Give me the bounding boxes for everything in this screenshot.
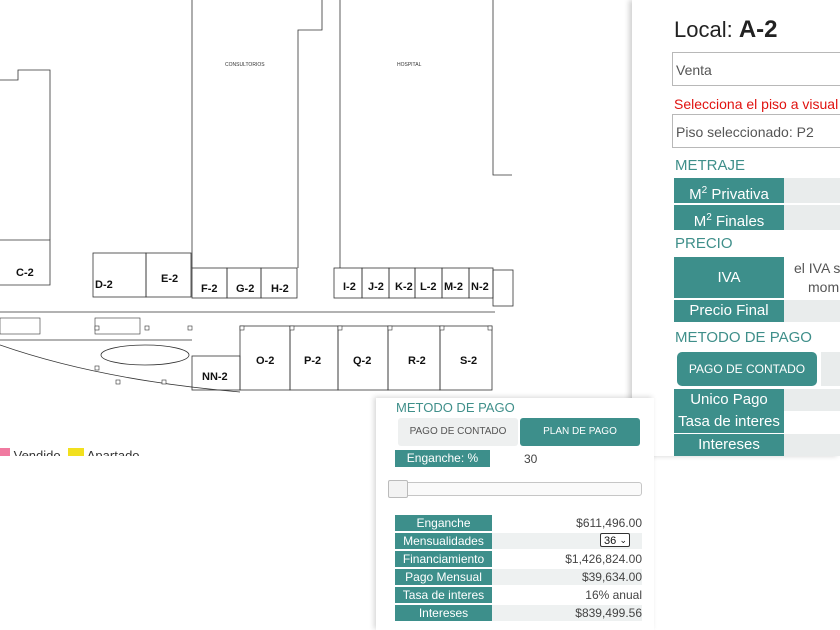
plan-tab-partial[interactable] xyxy=(821,352,840,386)
precio-final-label: Precio Final xyxy=(674,300,784,322)
tasa-interes-label: Tasa de interes xyxy=(395,587,492,603)
unit-detail-panel: Local: A-2 Venta Selecciona el piso a vi… xyxy=(632,0,840,456)
private-m2-value xyxy=(784,178,840,203)
mensualidades-label: Mensualidades xyxy=(395,533,492,549)
metodo-heading: METODO DE PAGO xyxy=(675,329,812,346)
intereses-label: Intereses xyxy=(674,434,784,456)
unit-label[interactable]: E-2 xyxy=(161,273,178,285)
select-value: 36 xyxy=(604,535,617,547)
floor-selected-field[interactable]: Piso seleccionado: P2 xyxy=(672,114,840,148)
legend-apartado: Apartado xyxy=(67,448,140,456)
unit-label[interactable]: M-2 xyxy=(444,281,463,293)
local-value: A-2 xyxy=(738,16,778,43)
status-legend: Vendido Apartado xyxy=(0,448,200,456)
iva-note-line: el IVA s xyxy=(794,260,840,276)
legend-vendido: Vendido xyxy=(0,448,61,456)
precio-final-value xyxy=(784,300,840,322)
slider-handle[interactable] xyxy=(388,480,408,498)
financiamiento-label: Financiamiento xyxy=(395,551,492,567)
unit-label[interactable]: H-2 xyxy=(271,283,289,295)
payment-plan-panel: METODO DE PAGO PAGO DE CONTADO PLAN DE P… xyxy=(376,398,654,630)
tasa-interes-value: 16% anual xyxy=(585,588,642,602)
unico-pago-label: Unico Pago xyxy=(674,389,784,411)
enganche-percent-value[interactable]: 30 xyxy=(524,452,537,466)
floor-plan-drawing: CONSULTORIOS HOSPITAL C-2 D-2 E-2 F-2 G-… xyxy=(0,0,514,393)
floor-prompt: Selecciona el piso a visual xyxy=(674,96,839,112)
building-label-hospital: HOSPITAL xyxy=(397,62,422,68)
unico-pago-value xyxy=(784,389,840,411)
plan-panel-heading: METODO DE PAGO xyxy=(396,400,515,415)
building-label-consultorios: CONSULTORIOS xyxy=(225,62,265,68)
local-label: Local: xyxy=(674,17,733,42)
intereses-row-label: Intereses xyxy=(395,605,492,621)
precio-heading: PRECIO xyxy=(675,235,733,252)
unit-label[interactable]: N-2 xyxy=(471,281,489,293)
enganche-slider[interactable] xyxy=(388,480,642,498)
unit-label[interactable]: L-2 xyxy=(420,281,437,293)
chevron-down-icon: ⌄ xyxy=(619,535,627,545)
mensualidades-cell: 36 ⌄ xyxy=(492,533,642,549)
iva-label: IVA xyxy=(674,257,784,298)
mensualidades-select[interactable]: 36 ⌄ xyxy=(600,533,630,547)
m-label: M xyxy=(689,186,702,203)
final-m2-label: M2 Finales xyxy=(674,205,784,230)
unit-label[interactable]: D-2 xyxy=(95,279,113,291)
unit-label[interactable]: I-2 xyxy=(343,281,356,293)
operation-field[interactable]: Venta xyxy=(672,52,840,86)
financiamiento-value: $1,426,824.00 xyxy=(565,552,642,566)
unit-label[interactable]: O-2 xyxy=(256,355,274,367)
enganche-label: Enganche xyxy=(395,515,492,531)
unit-label[interactable]: NN-2 xyxy=(202,371,228,383)
m-label: M xyxy=(693,213,707,230)
m-suffix: Finales xyxy=(711,213,765,230)
unit-label[interactable]: F-2 xyxy=(201,283,218,295)
iva-note: el IVA s mom xyxy=(794,259,840,297)
unit-label[interactable]: C-2 xyxy=(16,267,34,279)
private-m2-label: M2 Privativa xyxy=(674,178,784,203)
pago-contado-button[interactable]: PAGO DE CONTADO xyxy=(677,352,817,386)
unit-label[interactable]: S-2 xyxy=(460,355,477,367)
unit-label[interactable]: J-2 xyxy=(368,281,384,293)
tasa-label: Tasa de interes xyxy=(674,411,784,433)
pago-mensual-value: $39,634.00 xyxy=(492,569,642,585)
pago-mensual-label: Pago Mensual xyxy=(395,569,492,585)
tab-plan-de-pago[interactable]: PLAN DE PAGO xyxy=(520,418,640,446)
iva-note-line: mom xyxy=(808,279,840,295)
floor-plan: CONSULTORIOS HOSPITAL C-2 D-2 E-2 F-2 G-… xyxy=(0,0,520,400)
legend-label: Apartado xyxy=(86,448,140,456)
enganche-value: $611,496.00 xyxy=(576,516,642,530)
m-suffix: Privativa xyxy=(707,186,769,203)
final-m2-value xyxy=(784,205,840,230)
local-title: Local: A-2 xyxy=(674,16,778,44)
legend-label: Vendido xyxy=(13,448,61,456)
enganche-percent-label: Enganche: % xyxy=(395,450,490,467)
unit-label[interactable]: P-2 xyxy=(304,355,321,367)
unit-label[interactable]: G-2 xyxy=(236,283,254,295)
intereses-value xyxy=(784,434,840,456)
metraje-heading: METRAJE xyxy=(675,157,746,174)
tab-pago-contado[interactable]: PAGO DE CONTADO xyxy=(398,418,518,446)
intereses-row-value: $839,499.56 xyxy=(492,605,642,621)
unit-label[interactable]: Q-2 xyxy=(353,355,371,367)
unit-label[interactable]: R-2 xyxy=(408,355,426,367)
unit-label[interactable]: K-2 xyxy=(395,281,413,293)
